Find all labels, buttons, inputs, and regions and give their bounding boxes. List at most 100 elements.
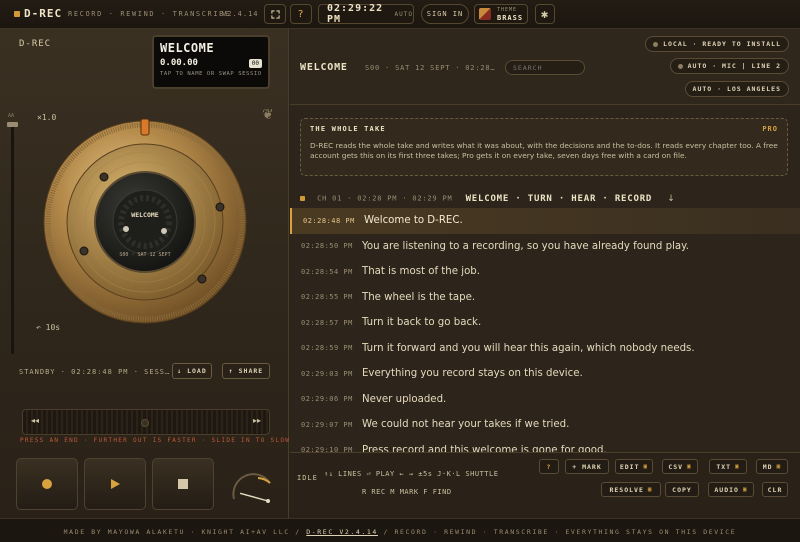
resolve-button[interactable]: RESOLVE ▣: [601, 482, 661, 497]
meter-needle: [239, 492, 269, 502]
line-text: Turn it forward and you will hear this a…: [362, 342, 695, 354]
expand-button[interactable]: [264, 4, 286, 24]
page-footer: MADE BY MAYOWA ALAKETU · KNIGHT AI+AV LL…: [0, 518, 800, 542]
lock-icon: ▣: [643, 463, 649, 470]
version-link[interactable]: D-REC V2.4.14: [306, 528, 378, 536]
record-button[interactable]: [16, 458, 78, 510]
transcript-line[interactable]: 02:28:54 PM That is most of the job.: [290, 259, 800, 285]
session-badge: 00: [248, 59, 262, 68]
status-line: STANDBY · 02:28:48 PM · SESS…: [19, 368, 171, 376]
top-bar: D-REC RECORD · REWIND · TRANSCRIBE V2.4.…: [0, 0, 800, 29]
clear-button[interactable]: CLR: [762, 482, 788, 497]
theme-label: THEME: [497, 7, 518, 13]
export-md-button[interactable]: MD ▣: [756, 459, 788, 474]
help-hotkeys-button[interactable]: ?: [539, 459, 559, 474]
lock-icon: ▣: [742, 486, 748, 493]
transcript-header: WELCOME S00 · SAT 12 SEPT · 02:28… LOCAL…: [290, 29, 800, 105]
summary-heading: THE WHOLE TAKE: [310, 125, 386, 133]
theme-button[interactable]: THEME BRASS: [474, 4, 528, 24]
brand-name: D-REC: [24, 7, 63, 20]
transcript-line[interactable]: 02:29:06 PM Never uploaded.: [290, 387, 800, 413]
tape-wheel[interactable]: WELCOME S00 · SAT 12 SEPT: [42, 119, 248, 325]
theme-value: BRASS: [497, 14, 524, 22]
line-text: That is most of the job.: [362, 266, 481, 278]
transcript-toolbar: IDLE ↑↓ LINES ⏎ PLAY ← → ±5s J·K·L SHUTT…: [290, 452, 800, 518]
search-input[interactable]: [505, 60, 585, 75]
summary-card[interactable]: THE WHOLE TAKE PRO D-REC reads the whole…: [300, 118, 788, 176]
hotkey-hints-2: R REC M MARK F FIND: [362, 488, 452, 496]
lock-icon: ▣: [735, 463, 740, 470]
gear-icon: ✱: [540, 7, 550, 21]
brand-dot: [14, 11, 20, 17]
line-text: The wheel is the tape.: [362, 291, 476, 303]
line-timestamp: 02:28:48 PM: [303, 216, 355, 225]
theme-swatch-icon: [479, 8, 491, 20]
session-display[interactable]: WELCOME 0.00.00 00 TAP TO NAME OR SWAP S…: [152, 35, 270, 89]
export-csv-button[interactable]: CSV ▣: [662, 459, 698, 474]
input-source-pill[interactable]: AUTO · MIC | LINE 2: [669, 58, 789, 74]
credits: MADE BY MAYOWA ALAKETU · KNIGHT AI+AV LL…: [63, 528, 301, 536]
chapter-time: CH 01 · 02:28 PM · 02:29 PM: [317, 194, 453, 203]
expand-icon: [270, 9, 280, 19]
wheel-sublabel: S00 · SAT 12 SEPT: [119, 252, 170, 258]
clock-display[interactable]: 02:29:22 PM AUTO: [318, 3, 414, 25]
lock-icon: ▣: [687, 463, 692, 470]
jog-center-icon: [141, 419, 149, 427]
jog-hint: PRESS AN END · FURTHER OUT IS FASTER · S…: [20, 437, 291, 444]
version-label: V2.4.14: [222, 10, 259, 18]
session-title: WELCOME: [160, 41, 215, 55]
rewind-arrow-icon[interactable]: ◂◂: [31, 416, 39, 425]
session-time: 0.00.00: [160, 58, 198, 68]
take-title: WELCOME: [300, 62, 348, 73]
take-meta: S00 · SAT 12 SEPT · 02:28…: [365, 64, 496, 72]
transcript-line[interactable]: 02:28:57 PM Turn it back to go back.: [290, 310, 800, 336]
transcript-line[interactable]: 02:28:50 PM You are listening to a record…: [290, 234, 800, 260]
export-audio-button[interactable]: AUDIO ▣: [708, 482, 754, 497]
owl-icon: ❦: [262, 107, 274, 123]
timezone-pill[interactable]: AUTO · LOS ANGELES: [684, 81, 789, 97]
help-button[interactable]: ?: [290, 4, 312, 24]
chapter-header[interactable]: CH 01 · 02:28 PM · 02:29 PM WELCOME · TU…: [300, 188, 790, 204]
speed-slider-handle[interactable]: [7, 122, 18, 127]
player-state: IDLE: [297, 474, 318, 482]
settings-button[interactable]: ✱: [535, 4, 555, 24]
play-icon: [110, 479, 120, 489]
load-button[interactable]: ↓ LOAD: [172, 363, 212, 379]
transcript-line[interactable]: 02:29:07 PM We could not hear your takes …: [290, 412, 800, 438]
line-text: You are listening to a recording, so you…: [362, 240, 689, 252]
deck-label: D-REC: [19, 39, 52, 49]
line-timestamp: 02:29:07 PM: [301, 420, 353, 429]
lock-icon: ▣: [647, 486, 653, 493]
play-button[interactable]: [84, 458, 146, 510]
mic-dot-icon: [677, 63, 683, 69]
line-timestamp: 02:29:03 PM: [301, 369, 353, 378]
stop-button[interactable]: [152, 458, 214, 510]
rewind-readout: ↶ 10s: [36, 323, 61, 332]
chapter-marker-icon: [300, 196, 305, 201]
transcript-line[interactable]: 02:28:59 PM Turn it forward and you will …: [290, 336, 800, 362]
session-hint: TAP TO NAME OR SWAP SESSION: [160, 71, 262, 77]
sign-in-button[interactable]: SIGN IN: [421, 4, 469, 24]
arrow-down-icon[interactable]: ↓: [667, 194, 675, 204]
line-text: Turn it back to go back.: [362, 317, 482, 329]
clock-time: 02:29:22 PM: [327, 3, 384, 25]
edit-button[interactable]: EDIT ▣: [615, 459, 653, 474]
jog-shuttle[interactable]: ◂◂ ▸▸: [22, 409, 270, 435]
model-status-pill[interactable]: LOCAL · READY TO INSTALL: [645, 36, 789, 52]
forward-arrow-icon[interactable]: ▸▸: [253, 416, 261, 425]
export-txt-button[interactable]: TXT ▣: [709, 459, 747, 474]
speed-slider-track[interactable]: [11, 124, 14, 354]
line-text: Never uploaded.: [362, 393, 447, 405]
line-timestamp: 02:28:57 PM: [301, 318, 353, 327]
transcript-line[interactable]: 02:28:55 PM The wheel is the tape.: [290, 285, 800, 311]
slider-top-label: AA: [8, 113, 15, 119]
transcript-line[interactable]: 02:29:03 PM Everything you record stays o…: [290, 361, 800, 387]
status-dot-icon: [653, 41, 659, 47]
share-button[interactable]: ↑ SHARE: [222, 363, 270, 379]
copy-button[interactable]: COPY: [665, 482, 699, 497]
mark-button[interactable]: + MARK: [565, 459, 609, 474]
chapter-name: WELCOME · TURN · HEAR · RECORD: [465, 193, 653, 204]
lock-icon: ▣: [776, 463, 782, 470]
transcript-line[interactable]: 02:28:48 PM Welcome to D-REC.: [290, 208, 800, 234]
line-timestamp: 02:28:54 PM: [301, 267, 353, 276]
